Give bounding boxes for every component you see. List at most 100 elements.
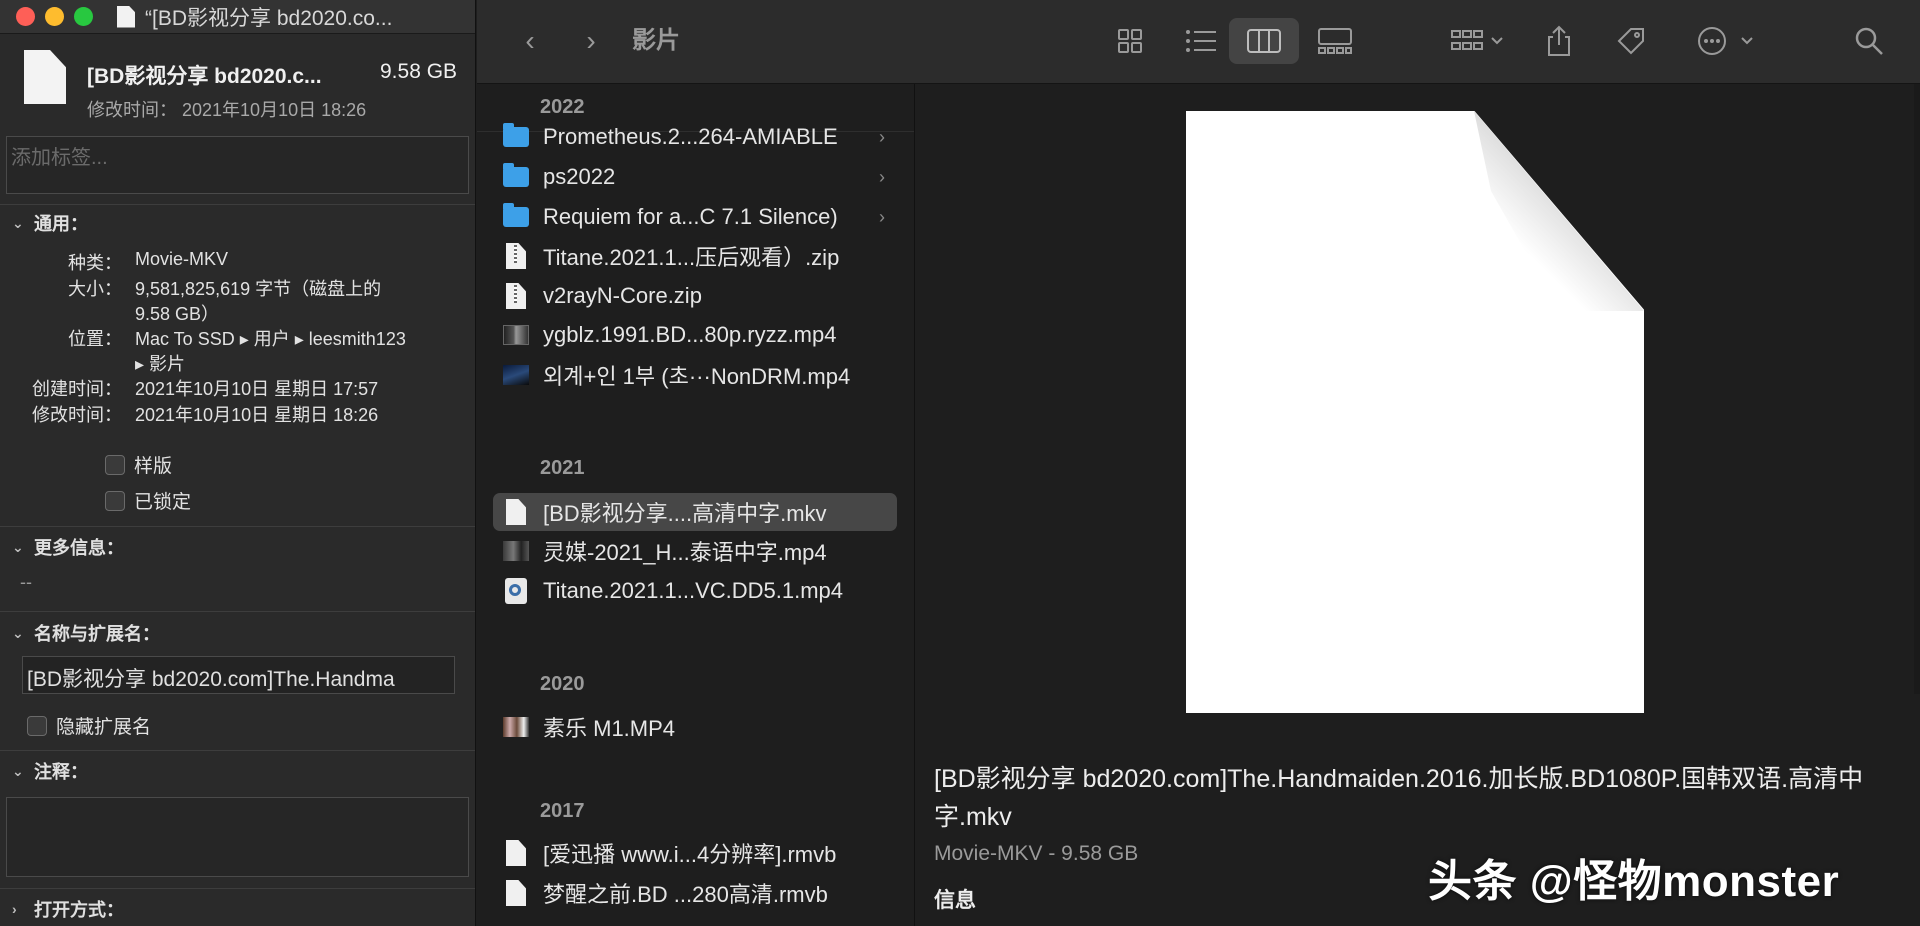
modified-value: 2021年10月10日 星期日 18:26 (135, 405, 379, 425)
document-icon (506, 880, 526, 906)
window-title: “[BD影视分享 bd2020.co... (145, 6, 393, 30)
column-view-icon[interactable] (1229, 18, 1299, 64)
list-item[interactable]: Requiem for a...C 7.1 Silence) › (493, 198, 897, 236)
divider (0, 611, 475, 612)
divider (0, 526, 475, 527)
quicktime-file-icon (505, 578, 527, 604)
tags-placeholder: 添加标签... (11, 147, 108, 169)
folder-icon (503, 203, 529, 227)
chevron-down-icon: ⌄ (12, 214, 24, 231)
group-header-2020: 2020 (540, 673, 585, 695)
modified-label: 修改时间： (32, 405, 122, 425)
folder-icon (503, 163, 529, 187)
zoom-window-button[interactable] (74, 7, 93, 26)
icon-view-icon[interactable] (1105, 18, 1155, 64)
hide-extension-checkbox[interactable]: 隐藏扩展名 (27, 712, 151, 739)
list-item[interactable]: ps2022 › (493, 158, 897, 196)
section-general-header[interactable]: ⌄ 通用： (12, 210, 88, 236)
where-value: Mac To SSD ▸ 用户 ▸ leesmith123 (135, 329, 406, 349)
preview-kind-size: Movie-MKV - 9.58 GB (934, 842, 1139, 865)
kind-label: 种类： (68, 253, 122, 273)
more-icon[interactable] (1689, 18, 1763, 64)
gallery-view-icon[interactable] (1307, 18, 1363, 64)
list-item[interactable]: Prometheus.2...264-AMIABLE › (493, 118, 897, 156)
section-name-ext-header[interactable]: ⌄ 名称与扩展名： (12, 620, 160, 646)
zip-file-icon (506, 243, 526, 269)
list-item[interactable]: v2rayN-Core.zip (493, 277, 897, 315)
kind-value: Movie-MKV (135, 249, 229, 269)
tag-icon[interactable] (1611, 18, 1651, 64)
divider (0, 750, 475, 751)
group-header-2017: 2017 (540, 800, 585, 822)
list-item[interactable]: Titane.2021.1...VC.DD5.1.mp4 (493, 572, 897, 610)
list-item[interactable]: 素乐 M1.MP4 (493, 708, 897, 746)
group-header-2022: 2022 (540, 96, 585, 118)
more-info-value: -- (20, 572, 32, 592)
chevron-right-icon: › (879, 166, 885, 187)
list-item[interactable]: 梦醒之前.BD ...280高清.rmvb (493, 874, 897, 912)
folder-icon (503, 123, 529, 147)
chevron-down-icon: ⌄ (12, 624, 24, 641)
name-extension-input[interactable]: [BD影视分享 bd2020.com]The.Handma (22, 656, 455, 694)
document-icon (506, 499, 526, 525)
chevron-right-icon: › (879, 126, 885, 147)
preview-info-header: 信息 (934, 889, 976, 912)
modified-summary: 修改时间： 2021年10月10日 18:26 (87, 100, 367, 120)
section-comments-header[interactable]: ⌄ 注释： (12, 758, 88, 784)
finder-toolbar: ‹ › 影片 (477, 0, 1920, 84)
created-label: 创建时间： (32, 379, 122, 399)
video-thumbnail-icon (503, 717, 529, 737)
get-info-panel: “[BD影视分享 bd2020.co... [BD影视分享 bd2020.c..… (0, 0, 476, 926)
document-icon (117, 5, 135, 28)
document-icon (506, 840, 526, 866)
list-item-selected[interactable]: [BD影视分享....高清中字.mkv (493, 493, 897, 531)
minimize-window-button[interactable] (45, 7, 64, 26)
where-value-cont: ▸ 影片 (135, 354, 186, 374)
document-preview-icon (1186, 111, 1644, 713)
file-name: [BD影视分享 bd2020.c... (87, 65, 322, 88)
video-thumbnail-icon (503, 325, 529, 345)
chevron-down-icon: ⌄ (12, 762, 24, 779)
preview-scrollbar[interactable] (1914, 84, 1920, 694)
preview-file-name: [BD影视分享 bd2020.com]The.Handmaiden.2016.加… (934, 765, 1864, 831)
divider (0, 888, 475, 889)
list-view-icon[interactable] (1173, 18, 1229, 64)
section-open-with-header[interactable]: › 打开方式： (12, 896, 124, 922)
chevron-right-icon: › (879, 206, 885, 227)
watermark-text: 头条 @怪物monster (1428, 857, 1840, 906)
list-item[interactable]: [爱迅播 www.i...4分辨率].rmvb (493, 834, 897, 872)
size-label: 大小： (68, 279, 122, 299)
chevron-right-icon[interactable]: › (571, 18, 611, 64)
file-list-column[interactable]: 2022 Prometheus.2...264-AMIABLE › ps2022… (477, 84, 915, 926)
file-size: 9.58 GB (380, 60, 458, 83)
list-item[interactable]: 灵媒-2021_H...泰语中字.mp4 (493, 532, 897, 570)
chevron-down-icon: ⌄ (12, 538, 24, 555)
list-item[interactable]: Titane.2021.1...压后观看）.zip (493, 237, 897, 275)
section-more-info-header[interactable]: ⌄ 更多信息： (12, 534, 124, 560)
where-label: 位置： (68, 329, 122, 349)
size-value-disk: 9.58 GB） (135, 304, 220, 324)
finder-window: ‹ › 影片 2022 Prometheus.2...264-AMIABLE ›… (477, 0, 1920, 926)
group-icon[interactable] (1443, 18, 1513, 64)
share-icon[interactable] (1539, 18, 1579, 64)
close-window-button[interactable] (16, 7, 35, 26)
group-header-2021: 2021 (540, 457, 585, 479)
locked-checkbox[interactable]: 已锁定 (105, 487, 191, 514)
zip-file-icon (506, 283, 526, 309)
list-item[interactable]: 외계+인 1부 (초···NonDRM.mp4 (493, 356, 897, 394)
divider (0, 204, 475, 205)
video-thumbnail-icon (503, 541, 529, 561)
preview-column: [BD影视分享 bd2020.com]The.Handmaiden.2016.加… (916, 84, 1920, 926)
tags-input[interactable]: 添加标签... (6, 136, 469, 194)
chevron-right-icon: › (12, 901, 17, 917)
list-item[interactable]: ygblz.1991.BD...80p.ryzz.mp4 (493, 316, 897, 354)
stationery-checkbox[interactable]: 样版 (105, 451, 172, 478)
breadcrumb: 影片 (632, 27, 680, 54)
video-thumbnail-icon (503, 365, 529, 385)
document-icon (24, 50, 66, 104)
chevron-left-icon[interactable]: ‹ (510, 18, 550, 64)
size-value: 9,581,825,619 字节（磁盘上的 (135, 279, 382, 299)
created-value: 2021年10月10日 星期日 17:57 (135, 379, 379, 399)
comments-textarea[interactable] (6, 797, 469, 877)
search-icon[interactable] (1849, 18, 1889, 64)
